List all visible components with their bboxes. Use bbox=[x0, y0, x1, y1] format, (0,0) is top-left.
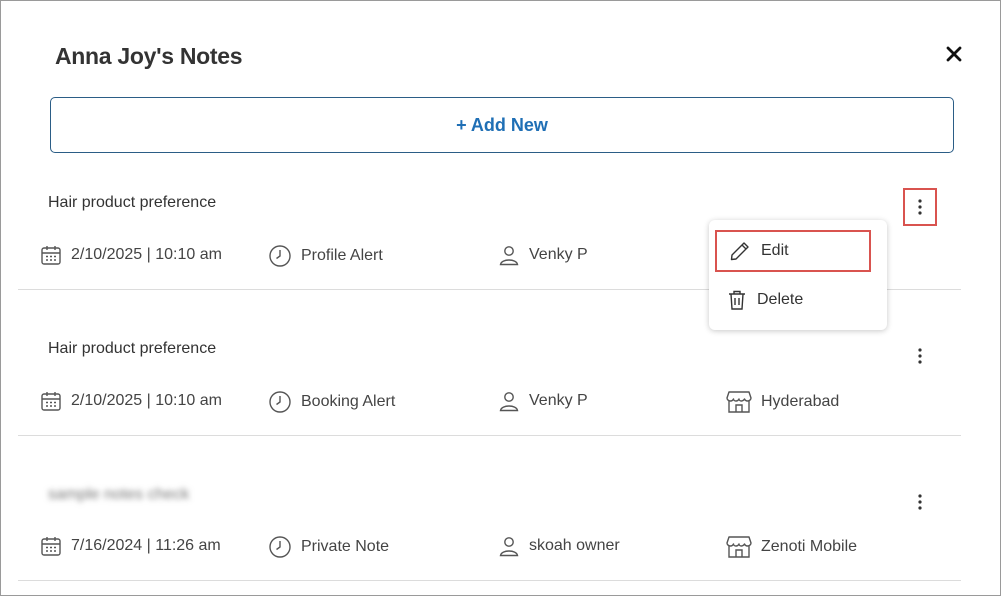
note-author-text: Venky P bbox=[529, 392, 588, 409]
calendar-icon bbox=[41, 246, 61, 265]
note-date: 2/10/2025 | 10:10 am bbox=[40, 390, 222, 412]
note-location: Hyderabad bbox=[726, 390, 839, 414]
note-author: skoah owner bbox=[498, 535, 620, 557]
trash-icon bbox=[729, 290, 745, 310]
kebab-menu-icon bbox=[918, 199, 922, 215]
store-icon bbox=[726, 536, 752, 558]
note-more-button[interactable] bbox=[903, 188, 937, 226]
note-type-text: Profile Alert bbox=[301, 247, 383, 264]
note-author: Venky P bbox=[498, 390, 588, 412]
note-date: 7/16/2024 | 11:26 am bbox=[40, 535, 221, 557]
note-type: Private Note bbox=[268, 535, 389, 559]
notes-modal: Anna Joy's Notes + Add New Hair product … bbox=[0, 0, 1001, 596]
note-location-text: Hyderabad bbox=[761, 393, 840, 410]
note-date-text: 2/10/2025 | 10:10 am bbox=[71, 246, 222, 263]
kebab-menu-icon bbox=[918, 348, 922, 364]
note-date-text: 7/16/2024 | 11:26 am bbox=[71, 537, 221, 554]
delete-menu-item[interactable]: Delete bbox=[715, 279, 871, 321]
modal-title: Anna Joy's Notes bbox=[55, 43, 243, 69]
clock-icon bbox=[269, 391, 291, 413]
clock-icon bbox=[269, 245, 291, 267]
note-more-button[interactable] bbox=[903, 483, 937, 521]
user-icon bbox=[499, 392, 519, 412]
user-icon bbox=[499, 246, 519, 266]
pencil-icon bbox=[730, 242, 749, 261]
note-type: Profile Alert bbox=[268, 244, 383, 268]
user-icon bbox=[499, 537, 519, 557]
close-icon bbox=[946, 46, 962, 62]
note-location: Zenoti Mobile bbox=[726, 535, 857, 559]
close-button[interactable] bbox=[941, 41, 967, 67]
note-type: Booking Alert bbox=[268, 390, 395, 414]
note-context-menu: Edit Delete bbox=[709, 220, 887, 330]
edit-menu-item[interactable]: Edit bbox=[715, 230, 871, 272]
note-type-text: Private Note bbox=[301, 538, 390, 555]
note-title: sample notes check bbox=[48, 486, 190, 503]
note-item: sample notes check 7/16/2024 | 11:26 am … bbox=[18, 435, 961, 581]
note-location-text: Zenoti Mobile bbox=[761, 538, 858, 555]
note-author-text: skoah owner bbox=[529, 537, 620, 554]
note-title: Hair product preference bbox=[48, 340, 217, 357]
note-type-text: Booking Alert bbox=[301, 393, 396, 410]
note-more-button[interactable] bbox=[903, 337, 937, 375]
edit-label: Edit bbox=[761, 242, 789, 259]
delete-label: Delete bbox=[757, 291, 804, 308]
note-date-text: 2/10/2025 | 10:10 am bbox=[71, 392, 222, 409]
kebab-menu-icon bbox=[918, 494, 922, 510]
note-date: 2/10/2025 | 10:10 am bbox=[40, 244, 222, 266]
note-author: Venky P bbox=[498, 244, 588, 266]
note-title: Hair product preference bbox=[48, 194, 217, 211]
note-author-text: Venky P bbox=[529, 246, 588, 263]
clock-icon bbox=[269, 536, 291, 558]
store-icon bbox=[726, 391, 752, 413]
calendar-icon bbox=[41, 537, 61, 556]
calendar-icon bbox=[41, 392, 61, 411]
